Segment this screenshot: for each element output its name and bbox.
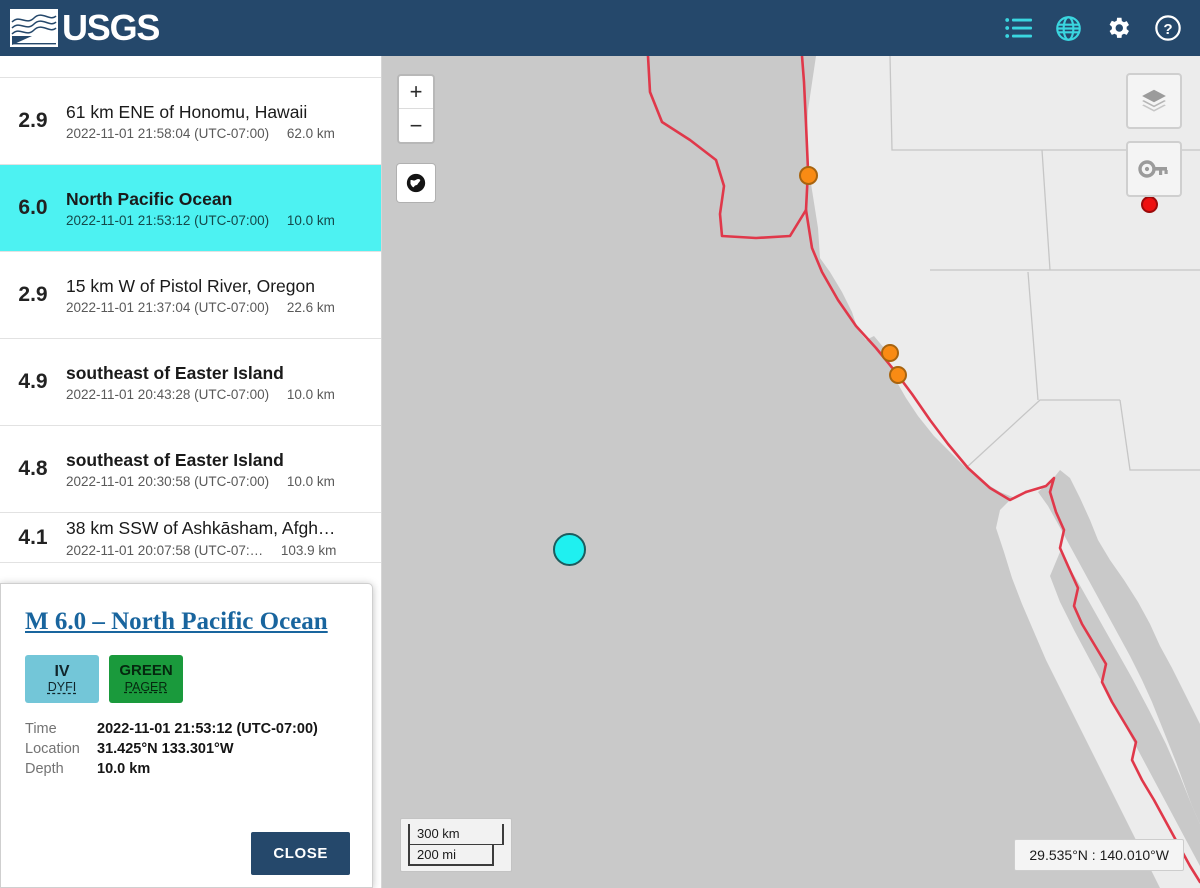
- list-item[interactable]: 2.9 61 km ENE of Honomu, Hawaii 2022-11-…: [0, 78, 381, 165]
- scale-km-label: 300 km: [417, 826, 460, 841]
- detail-time-label: Time: [25, 720, 57, 737]
- list-item-title: southeast of Easter Island: [66, 362, 284, 383]
- earthquake-detail-popup: M 6.0 – North Pacific Ocean IV DYFI GREE…: [0, 583, 373, 888]
- detail-depth-label: Depth: [25, 760, 64, 777]
- list-item[interactable]: 2.9 15 km W of Pistol River, Oregon 2022…: [0, 252, 381, 339]
- list-item-magnitude: 6.0: [18, 196, 48, 219]
- quake-marker-norcal-1[interactable]: [881, 344, 899, 362]
- zoom-in-button[interactable]: +: [399, 76, 433, 109]
- cursor-coordinates: 29.535°N : 140.010°W: [1014, 839, 1184, 871]
- usgs-wave-logo-icon: [10, 9, 58, 47]
- popup-title-link[interactable]: M 6.0 – North Pacific Ocean: [25, 606, 350, 638]
- popup-badges: IV DYFI GREEN PAGER: [25, 654, 350, 703]
- usgs-header: USGS ?: [0, 0, 1200, 56]
- scale-mi-label: 200 mi: [417, 847, 457, 862]
- legend-key-button[interactable]: [1126, 141, 1182, 197]
- detail-time-value: 2022-11-01 21:53:12 (UTC-07:00): [97, 720, 318, 737]
- detail-location-value: 31.425°N 133.301°W: [97, 740, 234, 757]
- list-icon[interactable]: [1005, 17, 1033, 39]
- list-item-title: North Pacific Ocean: [66, 188, 233, 209]
- list-item-time: 2022-11-01 21:53:12 (UTC-07:00): [66, 213, 270, 229]
- dyfi-label: DYFI: [47, 680, 77, 695]
- globe-reset-icon: [406, 173, 426, 193]
- svg-text:?: ?: [1163, 21, 1172, 38]
- list-item-title: southeast of Easter Island: [66, 449, 284, 470]
- list-item-title: 15 km W of Pistol River, Oregon: [66, 275, 315, 296]
- dyfi-badge[interactable]: IV DYFI: [25, 654, 99, 703]
- quake-marker-selected[interactable]: [553, 533, 586, 566]
- usgs-logo[interactable]: USGS: [10, 7, 160, 48]
- list-item-time: 2022-11-01 21:37:04 (UTC-07:00): [66, 300, 270, 316]
- detail-location-label: Location: [25, 740, 80, 757]
- detail-depth-value: 10.0 km: [97, 760, 151, 777]
- key-legend-icon: [1138, 160, 1168, 178]
- usgs-wordmark: USGS: [62, 7, 160, 48]
- list-item[interactable]: 4.8 southeast of Easter Island 2022-11-0…: [0, 426, 381, 513]
- list-item-depth: 10.0 km: [286, 474, 335, 490]
- help-icon[interactable]: ?: [1154, 14, 1182, 42]
- globe-icon[interactable]: [1055, 15, 1082, 42]
- map-canvas[interactable]: + − 300 km 200 mi 29.535°N: 140.010°W: [382, 56, 1200, 888]
- list-item-time: 2022-11-01 21:58:04 (UTC-07:00): [66, 126, 270, 142]
- usgs-wave-mark: [10, 9, 58, 47]
- list-item-depth: 103.9 km: [280, 542, 337, 558]
- zoom-out-button[interactable]: −: [399, 109, 433, 142]
- header-icon-group: ?: [1005, 14, 1182, 42]
- detail-time: Time 2022-11-01 21:53:12 (UTC-07:00): [25, 721, 350, 737]
- quake-marker-nevada[interactable]: [1141, 196, 1158, 213]
- pager-level: GREEN: [119, 662, 173, 680]
- list-item-time: 2022-11-01 20:07:58 (UTC-07:…: [66, 542, 264, 558]
- layers-button[interactable]: [1126, 73, 1182, 129]
- gear-icon[interactable]: [1104, 14, 1132, 42]
- list-item-selected[interactable]: 6.0 North Pacific Ocean 2022-11-01 21:53…: [0, 165, 381, 252]
- list-item-magnitude: 2.9: [18, 109, 48, 132]
- list-item-title: 61 km ENE of Honomu, Hawaii: [66, 101, 308, 122]
- list-item[interactable]: 4.1 38 km SSW of Ashkāsham, Afgh… 2022-1…: [0, 513, 381, 563]
- layers-icon: [1142, 89, 1166, 112]
- list-item-depth: 10.0 km: [286, 213, 335, 229]
- zoom-controls: + −: [397, 74, 435, 144]
- list-item-time: 2022-11-01 20:43:28 (UTC-07:00): [66, 387, 270, 403]
- map-scale-bar: 300 km 200 mi: [400, 818, 512, 872]
- list-item-magnitude: 2.9: [18, 283, 48, 306]
- list-item-magnitude: 4.9: [18, 370, 48, 393]
- list-item-depth: 22.6 km: [286, 300, 335, 316]
- list-item-magnitude: 4.1: [18, 525, 48, 549]
- list-item[interactable]: 2022-11-01 21:59:25 (UTC-07:00) 5.0 km: [0, 56, 381, 78]
- pager-label: PAGER: [124, 679, 168, 694]
- list-item-magnitude: 4.8: [18, 457, 48, 480]
- map-geography: [382, 56, 1200, 888]
- usgs-earthquake-map-app: + − 300 km 200 mi 29.535°N: 140.010°W 2…: [0, 0, 1200, 888]
- dyfi-intensity: IV: [54, 662, 70, 680]
- detail-depth: Depth 10.0 km: [25, 761, 350, 777]
- pager-badge[interactable]: GREEN PAGER: [109, 654, 183, 703]
- detail-location: Location 31.425°N 133.301°W: [25, 741, 350, 757]
- list-item-title: 38 km SSW of Ashkāsham, Afgh…: [66, 518, 336, 539]
- list-item[interactable]: 4.9 southeast of Easter Island 2022-11-0…: [0, 339, 381, 426]
- close-button[interactable]: CLOSE: [251, 832, 350, 875]
- list-item-depth: 10.0 km: [286, 387, 335, 403]
- quake-marker-oregon[interactable]: [799, 166, 818, 185]
- list-item-depth: 62.0 km: [286, 126, 335, 142]
- quake-marker-norcal-2[interactable]: [889, 366, 907, 384]
- globe-reset-button[interactable]: [397, 164, 435, 202]
- list-item-time: 2022-11-01 20:30:58 (UTC-07:00): [66, 474, 270, 490]
